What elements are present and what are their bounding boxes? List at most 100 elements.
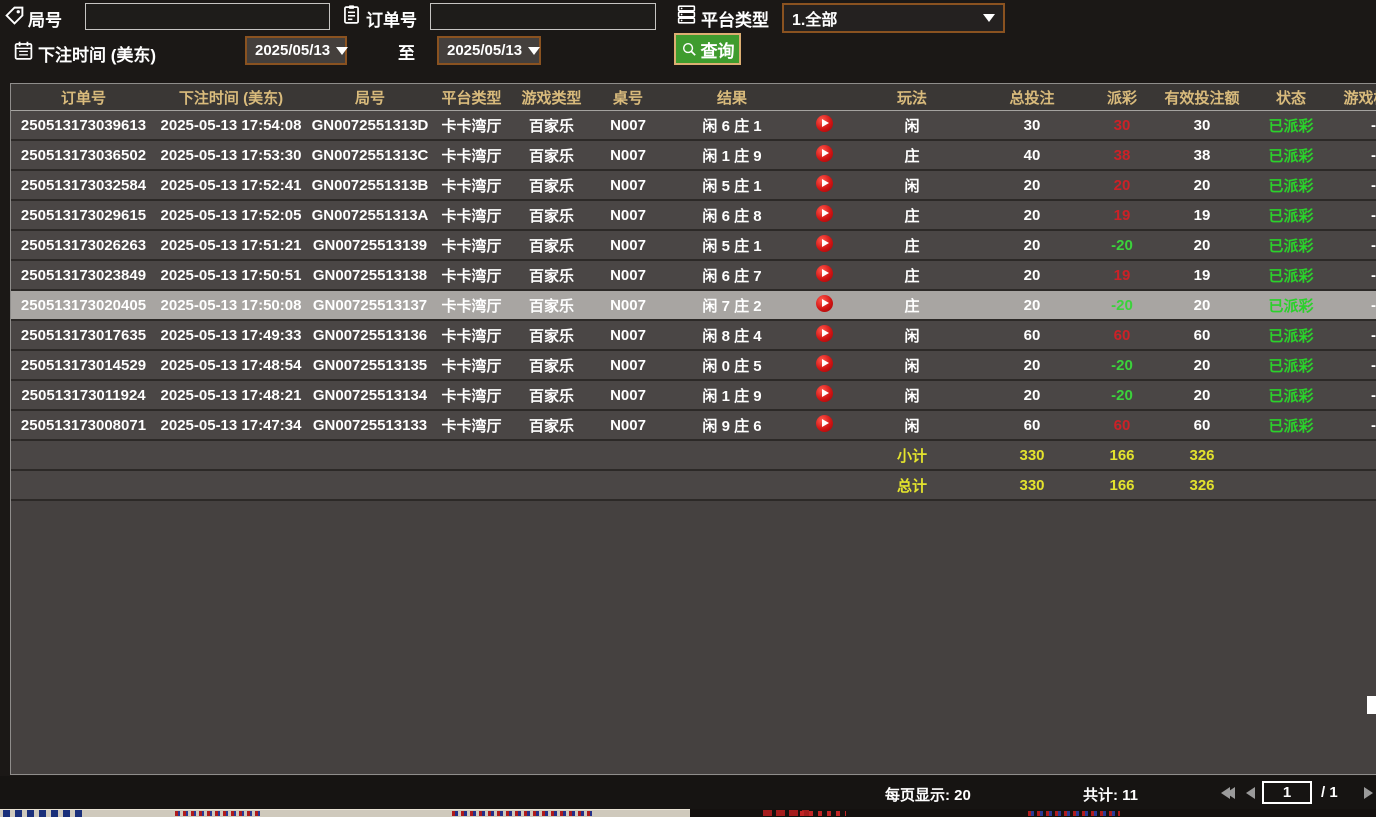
cell-mode: - bbox=[1335, 237, 1376, 254]
col-header-table-no: 桌号 bbox=[594, 87, 662, 108]
search-icon bbox=[681, 41, 698, 58]
cell-play: 闲 bbox=[847, 415, 977, 436]
table-row[interactable]: 2505131730365022025-05-13 17:53:30GN0072… bbox=[11, 141, 1376, 171]
cell-icon bbox=[802, 145, 847, 166]
cell-total: 20 bbox=[977, 207, 1087, 224]
date-to-select[interactable]: 2025/05/13 bbox=[437, 36, 541, 65]
prev-page-icon[interactable] bbox=[1246, 786, 1255, 803]
table-row[interactable]: 2505131730119242025-05-13 17:48:21GN0072… bbox=[11, 381, 1376, 411]
chevron-down-icon bbox=[983, 14, 995, 22]
cell-status: 已派彩 bbox=[1247, 175, 1335, 196]
cell-play: 总计 bbox=[847, 475, 977, 496]
tag-icon bbox=[4, 5, 25, 26]
cell-status: 已派彩 bbox=[1247, 415, 1335, 436]
table-row[interactable]: 2505131730204052025-05-13 17:50:08GN0072… bbox=[11, 291, 1376, 321]
cell-order: 250513173026263 bbox=[11, 237, 156, 254]
play-video-icon[interactable] bbox=[816, 115, 833, 132]
cell-valid: 38 bbox=[1157, 147, 1247, 164]
cell-play: 闲 bbox=[847, 325, 977, 346]
cell-icon bbox=[802, 295, 847, 316]
cell-game: 百家乐 bbox=[509, 295, 594, 316]
table-row[interactable]: 2505131730145292025-05-13 17:48:54GN0072… bbox=[11, 351, 1376, 381]
play-video-icon[interactable] bbox=[816, 205, 833, 222]
cell-round: GN00725513136 bbox=[306, 327, 434, 344]
table-row[interactable]: 2505131730325842025-05-13 17:52:41GN0072… bbox=[11, 171, 1376, 201]
cell-result: 闲 6 庄 1 bbox=[662, 115, 802, 136]
date-from-select[interactable]: 2025/05/13 bbox=[245, 36, 347, 65]
play-video-icon[interactable] bbox=[816, 235, 833, 252]
cell-table_no: N007 bbox=[594, 207, 662, 224]
clipboard-icon bbox=[341, 4, 362, 25]
cell-valid: 60 bbox=[1157, 327, 1247, 344]
table-row[interactable]: 2505131730296152025-05-13 17:52:05GN0072… bbox=[11, 201, 1376, 231]
cell-status: 已派彩 bbox=[1247, 355, 1335, 376]
cell-time: 2025-05-13 17:50:51 bbox=[156, 267, 306, 284]
cell-time: 2025-05-13 17:49:33 bbox=[156, 327, 306, 344]
cell-play: 庄 bbox=[847, 235, 977, 256]
cell-valid: 20 bbox=[1157, 387, 1247, 404]
cell-platform: 卡卡湾厅 bbox=[434, 325, 509, 346]
total-count-label: 共计: 11 bbox=[1083, 784, 1138, 805]
play-video-icon[interactable] bbox=[816, 355, 833, 372]
cell-order: 250513173008071 bbox=[11, 417, 156, 434]
next-page-icon[interactable] bbox=[1364, 786, 1373, 803]
col-header-total: 总投注 bbox=[977, 87, 1087, 108]
round-number-input[interactable] bbox=[85, 3, 330, 30]
cell-platform: 卡卡湾厅 bbox=[434, 355, 509, 376]
cell-result: 闲 5 庄 1 bbox=[662, 235, 802, 256]
bet-records-panel: 订单号 下注时间 (美东) 局号 平台类型 游戏类型 桌号 结果 玩法 总投注 … bbox=[10, 83, 1376, 775]
cell-status: 已派彩 bbox=[1247, 235, 1335, 256]
platform-type-label: 平台类型 bbox=[701, 6, 769, 31]
table-row[interactable]: 2505131730262632025-05-13 17:51:21GN0072… bbox=[11, 231, 1376, 261]
cell-game: 百家乐 bbox=[509, 385, 594, 406]
play-video-icon[interactable] bbox=[816, 175, 833, 192]
col-header-valid: 有效投注额 bbox=[1157, 87, 1247, 108]
col-header-time: 下注时间 (美东) bbox=[156, 87, 306, 108]
cell-play: 闲 bbox=[847, 385, 977, 406]
cell-icon bbox=[802, 355, 847, 376]
table-row[interactable]: 2505131730396132025-05-13 17:54:08GN0072… bbox=[11, 111, 1376, 141]
cell-play: 庄 bbox=[847, 205, 977, 226]
cell-round: GN00725513139 bbox=[306, 237, 434, 254]
cell-game: 百家乐 bbox=[509, 235, 594, 256]
col-header-game: 游戏类型 bbox=[509, 87, 594, 108]
cell-valid: 20 bbox=[1157, 357, 1247, 374]
play-video-icon[interactable] bbox=[816, 415, 833, 432]
table-row[interactable]: 2505131730176352025-05-13 17:49:33GN0072… bbox=[11, 321, 1376, 351]
play-video-icon[interactable] bbox=[816, 145, 833, 162]
cell-mode: - bbox=[1335, 297, 1376, 314]
cell-mode: - bbox=[1335, 387, 1376, 404]
cell-total: 20 bbox=[977, 387, 1087, 404]
cell-payout: -20 bbox=[1087, 237, 1157, 254]
query-button[interactable]: 查询 bbox=[674, 33, 741, 65]
first-page-icon[interactable] bbox=[1221, 786, 1235, 803]
cell-play: 闲 bbox=[847, 115, 977, 136]
roadmap-marks bbox=[3, 810, 83, 817]
cell-status: 已派彩 bbox=[1247, 145, 1335, 166]
cell-order: 250513173023849 bbox=[11, 267, 156, 284]
cell-platform: 卡卡湾厅 bbox=[434, 235, 509, 256]
order-number-label: 订单号 bbox=[366, 6, 417, 31]
cell-order: 250513173020405 bbox=[11, 297, 156, 314]
play-video-icon[interactable] bbox=[816, 295, 833, 312]
cell-total: 60 bbox=[977, 417, 1087, 434]
table-row[interactable]: 2505131730080712025-05-13 17:47:34GN0072… bbox=[11, 411, 1376, 441]
cell-platform: 卡卡湾厅 bbox=[434, 175, 509, 196]
cell-order: 250513173014529 bbox=[11, 357, 156, 374]
table-header-row: 订单号 下注时间 (美东) 局号 平台类型 游戏类型 桌号 结果 玩法 总投注 … bbox=[11, 84, 1376, 111]
table-row[interactable]: 2505131730238492025-05-13 17:50:51GN0072… bbox=[11, 261, 1376, 291]
play-video-icon[interactable] bbox=[816, 325, 833, 342]
cell-icon bbox=[802, 175, 847, 196]
cell-time: 2025-05-13 17:50:08 bbox=[156, 297, 306, 314]
cell-mode: - bbox=[1335, 417, 1376, 434]
order-number-input[interactable] bbox=[430, 3, 656, 30]
date-range-separator: 至 bbox=[398, 39, 415, 64]
cell-payout: 60 bbox=[1087, 417, 1157, 434]
play-video-icon[interactable] bbox=[816, 265, 833, 282]
play-video-icon[interactable] bbox=[816, 385, 833, 402]
cell-valid: 20 bbox=[1157, 297, 1247, 314]
platform-type-select[interactable]: 1.全部 bbox=[782, 3, 1005, 33]
cell-table_no: N007 bbox=[594, 237, 662, 254]
page-number-input[interactable] bbox=[1262, 781, 1312, 804]
roadmap-marks bbox=[452, 811, 592, 816]
